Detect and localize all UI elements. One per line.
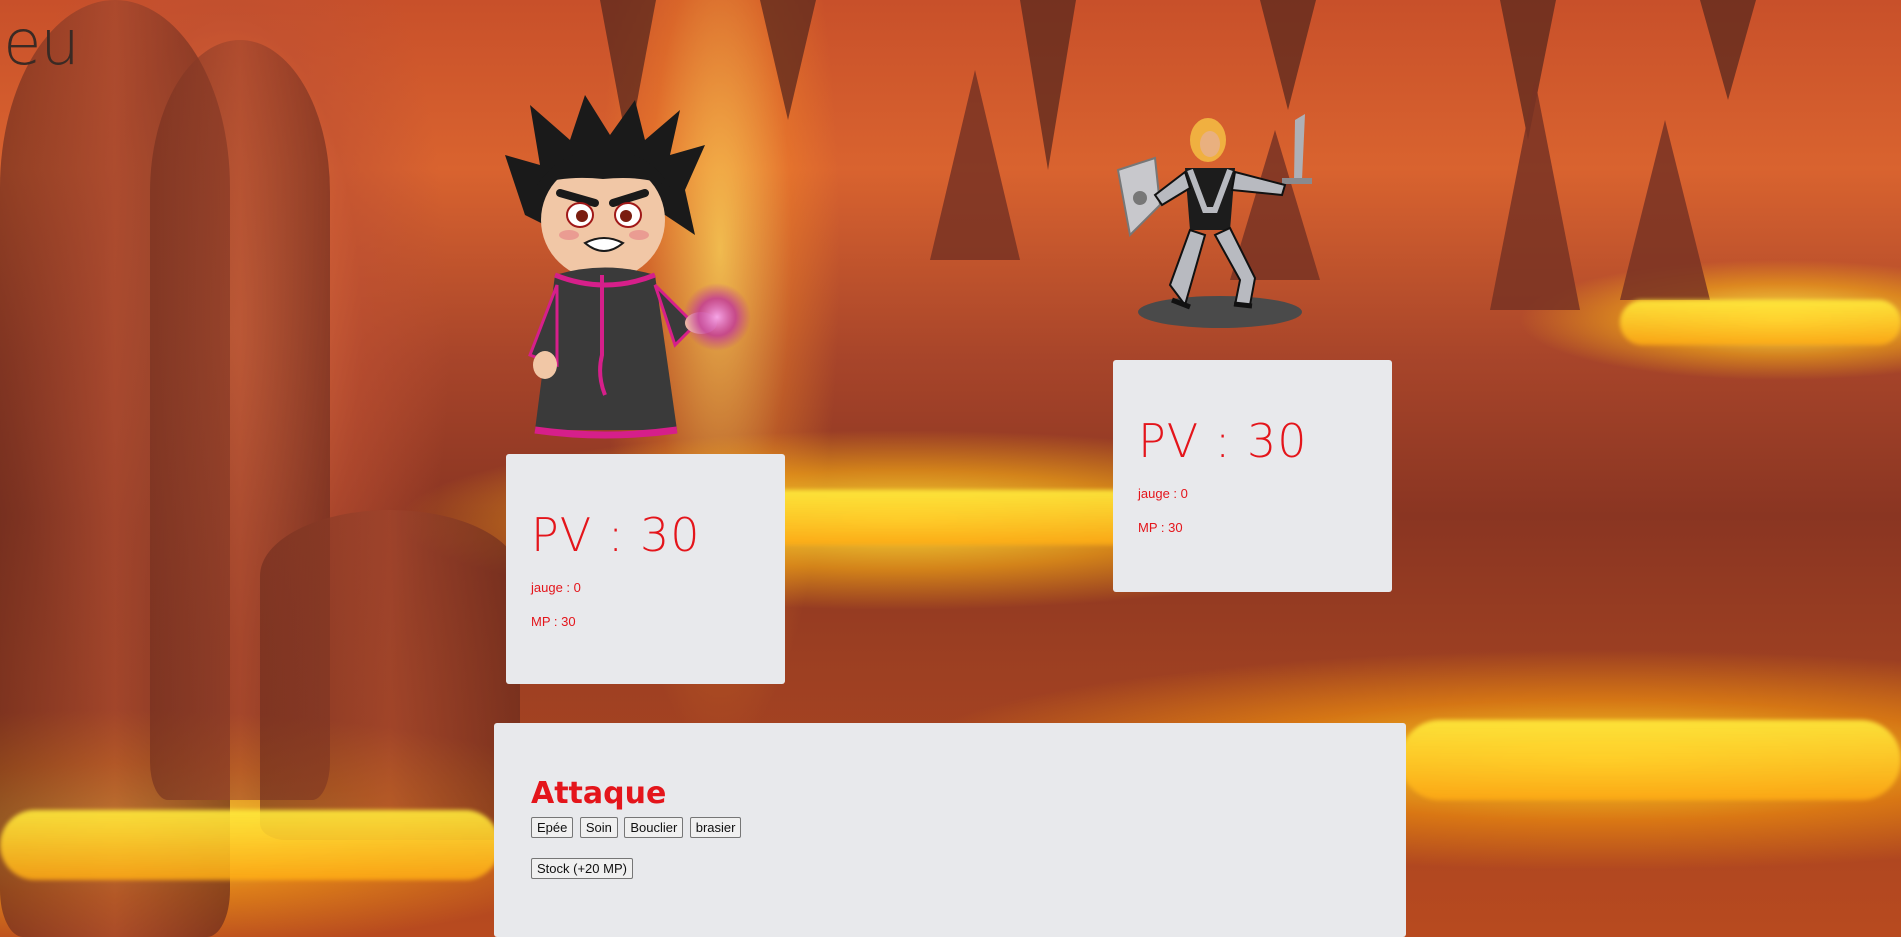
- shield-button[interactable]: Bouclier: [624, 817, 684, 838]
- sword-attack-button[interactable]: Epée: [531, 817, 574, 838]
- enemy-pv: PV : 30: [1138, 414, 1308, 468]
- stock-row: Stock (+20 MP): [531, 858, 1406, 879]
- player-mp: MP : 30: [531, 614, 576, 629]
- stalactite: [1260, 0, 1316, 110]
- lava-stream: [1400, 720, 1901, 800]
- stock-mp-button[interactable]: Stock (+20 MP): [531, 858, 633, 879]
- stalactite: [1020, 0, 1076, 170]
- player-pv: PV : 30: [531, 508, 701, 562]
- lava-stream: [1620, 300, 1901, 345]
- lava-stream: [0, 810, 500, 880]
- enemy-knight-sprite: [1116, 114, 1312, 328]
- action-panel: Attaque Epée Soin Bouclier brasier Stock…: [494, 723, 1406, 937]
- player-stats-card: PV : 30 jauge : 0 MP : 30: [506, 454, 785, 684]
- heal-button[interactable]: Soin: [579, 817, 618, 838]
- rock-spire: [1620, 120, 1710, 300]
- enemy-mp: MP : 30: [1138, 520, 1183, 535]
- game-stage: Jeu: [0, 0, 1901, 937]
- attack-buttons: Epée Soin Bouclier brasier: [531, 817, 1406, 838]
- enemy-jauge: jauge : 0: [1138, 486, 1188, 501]
- page-title: Jeu: [0, 6, 80, 79]
- player-jauge: jauge : 0: [531, 580, 581, 595]
- rock-spire: [1490, 80, 1580, 310]
- brasier-button[interactable]: brasier: [689, 817, 742, 838]
- rock-spire: [930, 70, 1020, 260]
- enemy-stats-card: PV : 30 jauge : 0 MP : 30: [1113, 360, 1392, 592]
- stalactite: [1700, 0, 1756, 100]
- player-mage-sprite: [505, 95, 751, 439]
- attack-title: Attaque: [531, 776, 667, 811]
- stalactite: [760, 0, 816, 120]
- lava-rock-mound: [260, 510, 520, 840]
